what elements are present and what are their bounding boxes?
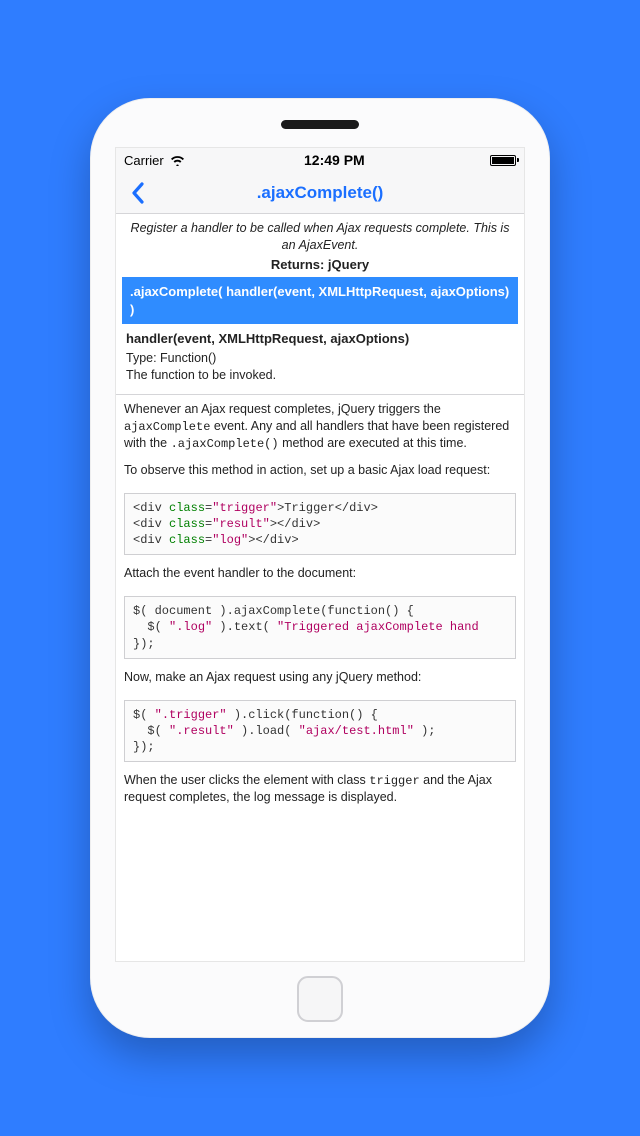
param-type: Type: Function() [126, 350, 514, 367]
back-button[interactable] [122, 177, 154, 209]
paragraph-4: Now, make an Ajax request using any jQue… [116, 669, 524, 696]
doc-content[interactable]: Register a handler to be called when Aja… [116, 214, 524, 961]
battery-icon [490, 155, 516, 166]
param-desc: The function to be invoked. [126, 367, 514, 384]
param-heading: handler(event, XMLHttpRequest, ajaxOptio… [116, 324, 524, 350]
screen: Carrier 12:49 PM .ajaxComplete() Registe… [115, 147, 525, 962]
paragraph-5: When the user clicks the element with cl… [116, 772, 524, 816]
divider [116, 394, 524, 395]
doc-summary: Register a handler to be called when Aja… [116, 214, 524, 256]
code-block-1: <div class="trigger">Trigger</div> <div … [124, 493, 516, 556]
clock: 12:49 PM [185, 152, 484, 168]
carrier-label: Carrier [124, 153, 164, 168]
wifi-icon [170, 155, 185, 166]
code-block-2: $( document ).ajaxComplete(function() { … [124, 596, 516, 659]
param-body: Type: Function() The function to be invo… [116, 350, 524, 390]
home-button[interactable] [297, 976, 343, 1022]
nav-title: .ajaxComplete() [116, 183, 524, 203]
paragraph-1: Whenever an Ajax request completes, jQue… [116, 401, 524, 462]
paragraph-3: Attach the event handler to the document… [116, 565, 524, 592]
signature-bar: .ajaxComplete( handler(event, XMLHttpReq… [122, 277, 518, 324]
status-bar: Carrier 12:49 PM [116, 148, 524, 172]
code-block-3: $( ".trigger" ).click(function() { $( ".… [124, 700, 516, 763]
nav-bar: .ajaxComplete() [116, 172, 524, 214]
paragraph-2: To observe this method in action, set up… [116, 462, 524, 489]
doc-returns: Returns: jQuery [116, 256, 524, 278]
phone-frame: Carrier 12:49 PM .ajaxComplete() Registe… [90, 98, 550, 1038]
phone-speaker [281, 120, 359, 129]
